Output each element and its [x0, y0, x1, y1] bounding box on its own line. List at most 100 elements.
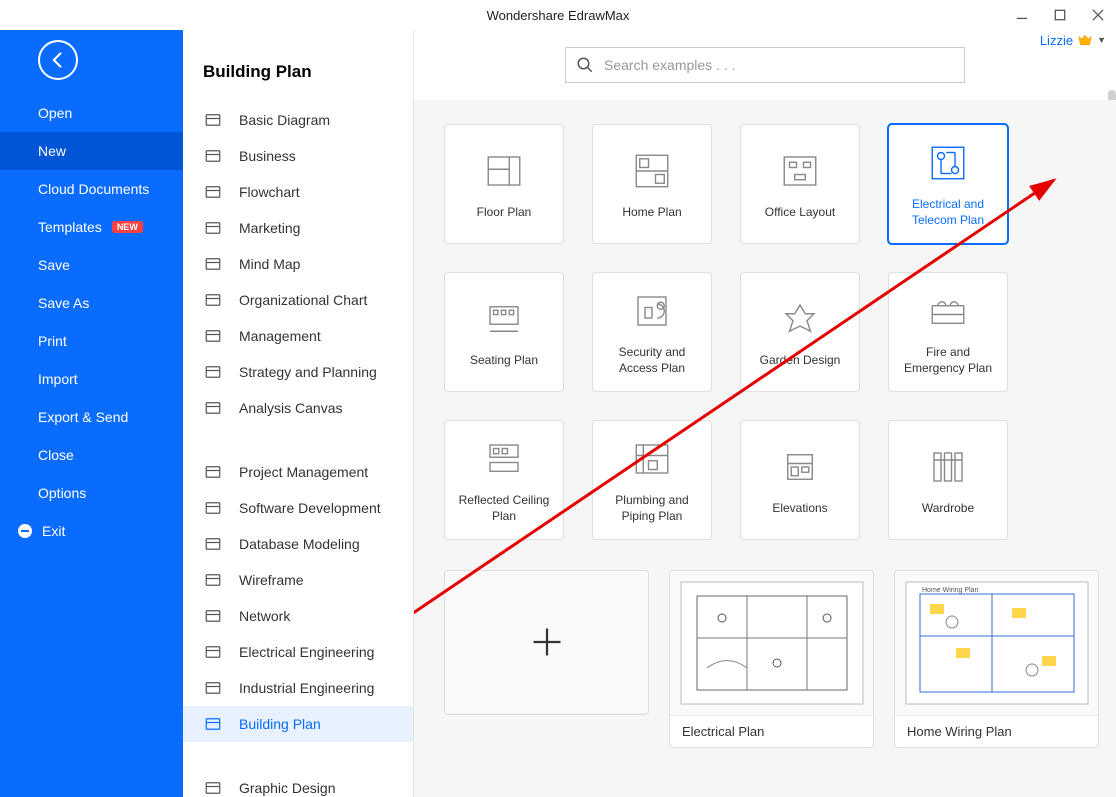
card-label: Wardrobe	[922, 501, 974, 517]
category-label: Database Modeling	[239, 536, 360, 552]
category-mind-map[interactable]: Mind Map	[183, 246, 413, 282]
category-label: Software Development	[239, 500, 381, 516]
card-icon	[480, 435, 528, 483]
category-icon	[203, 326, 223, 346]
category-icon	[203, 182, 223, 202]
menu-print[interactable]: Print	[0, 322, 183, 360]
category-label: Strategy and Planning	[239, 364, 377, 380]
card-label: Security and Access Plan	[599, 345, 705, 376]
card-label: Reflected Ceiling Plan	[451, 493, 557, 524]
template-card-office-layout[interactable]: Office Layout	[740, 124, 860, 244]
category-icon	[203, 642, 223, 662]
template-card-wardrobe[interactable]: Wardrobe	[888, 420, 1008, 540]
category-business[interactable]: Business	[183, 138, 413, 174]
menu-options[interactable]: Options	[0, 474, 183, 512]
search-box[interactable]	[565, 47, 965, 83]
category-management[interactable]: Management	[183, 318, 413, 354]
template-card-plumbing-and-piping-plan[interactable]: Plumbing and Piping Plan	[592, 420, 712, 540]
crown-icon	[1077, 32, 1093, 48]
category-network[interactable]: Network	[183, 598, 413, 634]
card-icon	[776, 295, 824, 343]
template-blank[interactable]	[444, 570, 649, 715]
minimize-button[interactable]	[1012, 5, 1032, 25]
card-label: Elevations	[772, 501, 827, 517]
category-strategy-and-planning[interactable]: Strategy and Planning	[183, 354, 413, 390]
category-label: Organizational Chart	[239, 292, 367, 308]
category-label: Graphic Design	[239, 780, 336, 796]
category-label: Industrial Engineering	[239, 680, 374, 696]
card-label: Plumbing and Piping Plan	[599, 493, 705, 524]
chevron-down-icon: ▼	[1097, 35, 1106, 45]
menu-templates[interactable]: TemplatesNEW	[0, 208, 183, 246]
card-icon	[924, 139, 972, 187]
template-electrical-plan[interactable]: Electrical Plan	[669, 570, 874, 748]
card-label: Home Plan	[622, 205, 681, 221]
category-label: Wireframe	[239, 572, 304, 588]
template-home-wiring-plan[interactable]: Home Wiring Plan Home Wiring Plan	[894, 570, 1099, 748]
category-icon	[203, 606, 223, 626]
category-panel: Building Plan Basic Diagram Business Flowc…	[183, 30, 414, 797]
category-icon	[203, 398, 223, 418]
category-label: Project Management	[239, 464, 368, 480]
card-label: Seating Plan	[470, 353, 538, 369]
category-label: Analysis Canvas	[239, 400, 343, 416]
category-icon	[203, 462, 223, 482]
category-icon	[203, 290, 223, 310]
file-menu-sidebar: Open New Cloud Documents TemplatesNEW Sa…	[0, 30, 183, 797]
category-graphic-design[interactable]: Graphic Design	[183, 770, 413, 797]
card-label: Fire and Emergency Plan	[895, 345, 1001, 376]
main-panel: Floor PlanHome PlanOffice LayoutElectric…	[414, 30, 1116, 797]
template-card-reflected-ceiling-plan[interactable]: Reflected Ceiling Plan	[444, 420, 564, 540]
template-card-seating-plan[interactable]: Seating Plan	[444, 272, 564, 392]
template-card-garden-design[interactable]: Garden Design	[740, 272, 860, 392]
menu-save[interactable]: Save	[0, 246, 183, 284]
menu-exit[interactable]: Exit	[0, 512, 183, 550]
category-label: Mind Map	[239, 256, 300, 272]
category-basic-diagram[interactable]: Basic Diagram	[183, 102, 413, 138]
category-project-management[interactable]: Project Management	[183, 454, 413, 490]
category-wireframe[interactable]: Wireframe	[183, 562, 413, 598]
menu-export-send[interactable]: Export & Send	[0, 398, 183, 436]
maximize-button[interactable]	[1050, 5, 1070, 25]
category-label: Business	[239, 148, 296, 164]
category-database-modeling[interactable]: Database Modeling	[183, 526, 413, 562]
category-icon	[203, 714, 223, 734]
card-icon	[924, 443, 972, 491]
back-button[interactable]	[38, 40, 78, 80]
category-marketing[interactable]: Marketing	[183, 210, 413, 246]
template-label: Home Wiring Plan	[895, 716, 1098, 747]
close-button[interactable]	[1088, 5, 1108, 25]
category-icon	[203, 534, 223, 554]
user-menu[interactable]: Lizzie ▼	[1040, 32, 1106, 48]
menu-save-as[interactable]: Save As	[0, 284, 183, 322]
template-card-security-and-access-plan[interactable]: Security and Access Plan	[592, 272, 712, 392]
template-thumbnail	[670, 571, 873, 716]
menu-new[interactable]: New	[0, 132, 183, 170]
category-icon	[203, 570, 223, 590]
svg-text:Home Wiring Plan: Home Wiring Plan	[922, 587, 979, 594]
category-label: Management	[239, 328, 321, 344]
category-analysis-canvas[interactable]: Analysis Canvas	[183, 390, 413, 426]
search-input[interactable]	[604, 57, 954, 73]
category-electrical-engineering[interactable]: Electrical Engineering	[183, 634, 413, 670]
category-industrial-engineering[interactable]: Industrial Engineering	[183, 670, 413, 706]
category-software-development[interactable]: Software Development	[183, 490, 413, 526]
menu-close[interactable]: Close	[0, 436, 183, 474]
template-label: Electrical Plan	[670, 716, 873, 747]
template-card-elevations[interactable]: Elevations	[740, 420, 860, 540]
category-flowchart[interactable]: Flowchart	[183, 174, 413, 210]
template-card-electrical-and-telecom-plan[interactable]: Electrical and Telecom Plan	[888, 124, 1008, 244]
card-icon	[776, 443, 824, 491]
category-building-plan[interactable]: Building Plan	[183, 706, 413, 742]
menu-cloud-documents[interactable]: Cloud Documents	[0, 170, 183, 208]
category-label: Building Plan	[239, 716, 321, 732]
card-icon	[480, 295, 528, 343]
template-card-floor-plan[interactable]: Floor Plan	[444, 124, 564, 244]
menu-import[interactable]: Import	[0, 360, 183, 398]
category-icon	[203, 218, 223, 238]
category-icon	[203, 678, 223, 698]
template-card-fire-and-emergency-plan[interactable]: Fire and Emergency Plan	[888, 272, 1008, 392]
template-card-home-plan[interactable]: Home Plan	[592, 124, 712, 244]
category-organizational-chart[interactable]: Organizational Chart	[183, 282, 413, 318]
menu-open[interactable]: Open	[0, 94, 183, 132]
